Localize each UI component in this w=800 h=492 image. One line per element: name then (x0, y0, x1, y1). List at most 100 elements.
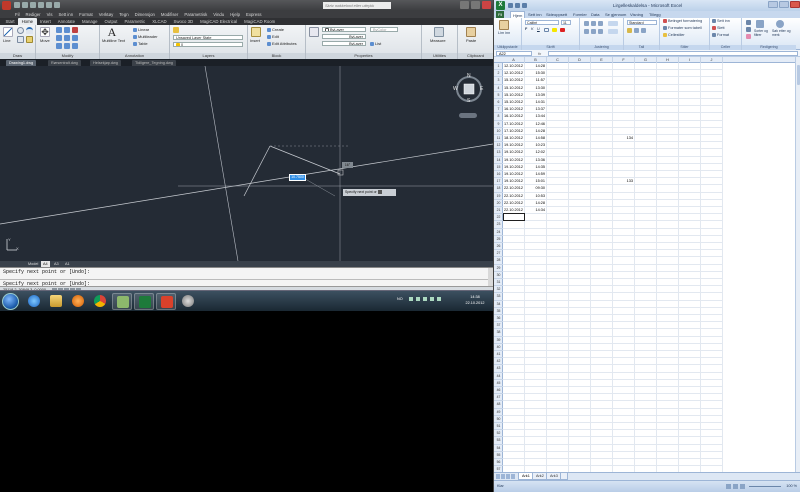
cell[interactable]: 19.10.2012 (503, 157, 523, 164)
sort-filter-icon[interactable] (756, 20, 764, 28)
tab-insert[interactable]: Insert (37, 18, 55, 25)
cell[interactable]: 15:30 (525, 70, 545, 77)
row-header[interactable]: 55 (494, 452, 503, 459)
row-header[interactable]: 19 (494, 193, 503, 200)
normal-view-icon[interactable] (726, 484, 731, 489)
page-layout-view-icon[interactable] (733, 484, 738, 489)
bold-icon[interactable]: F (525, 27, 527, 32)
tab-manage[interactable]: Manage (79, 18, 102, 25)
volume-icon[interactable] (430, 297, 434, 301)
tab-swoco-3d[interactable]: Swoco 3D (170, 18, 197, 25)
new-icon[interactable] (14, 2, 20, 8)
current-layer-combo[interactable]: 0 (173, 42, 243, 47)
align-top-icon[interactable] (584, 21, 589, 26)
row-header[interactable]: 28 (494, 257, 503, 265)
tab-view[interactable]: Visning (628, 11, 645, 18)
row-header[interactable]: 42 (494, 358, 503, 366)
row-header[interactable]: 20 (494, 200, 503, 207)
row-header[interactable]: 10 (494, 128, 503, 135)
align-center-icon[interactable] (591, 29, 596, 34)
cell[interactable]: 19.10.2012 (503, 142, 523, 149)
scale-icon[interactable] (64, 43, 70, 49)
cell[interactable]: 17.10.2012 (503, 128, 523, 135)
cell[interactable]: 134 (613, 135, 633, 142)
row-header[interactable]: 1 (494, 63, 503, 71)
plot-style-combo[interactable]: ByColor (370, 27, 398, 32)
fill-color-icon[interactable] (552, 28, 557, 32)
column-header[interactable]: C (547, 57, 569, 63)
fill-icon[interactable] (746, 27, 751, 32)
cell[interactable]: 22.10.2012 (503, 185, 523, 192)
language-indicator[interactable]: NO (397, 297, 403, 301)
cell[interactable]: 12.10.2012 (503, 70, 523, 77)
clear-icon[interactable] (746, 34, 751, 39)
line-button[interactable]: Line (3, 38, 11, 43)
open-icon[interactable] (22, 2, 28, 8)
row-header[interactable]: 7 (494, 106, 503, 114)
mirror-icon[interactable] (64, 35, 70, 41)
network-icon[interactable] (423, 297, 427, 301)
prev-sheet-icon[interactable] (501, 474, 505, 479)
taskbar-media-button[interactable] (68, 293, 88, 310)
tab-page-layout[interactable]: Sideoppsett (544, 11, 569, 18)
row-header[interactable]: 47 (494, 394, 503, 402)
maximize-icon[interactable] (471, 1, 480, 9)
paste-button[interactable]: Lim inn (498, 31, 510, 36)
row-header[interactable]: 53 (494, 437, 503, 445)
row-header[interactable]: 11 (494, 135, 503, 143)
layer-state-combo[interactable]: Unsaved Layer State (173, 35, 243, 40)
next-sheet-icon[interactable] (506, 474, 510, 479)
cell[interactable]: 14:34 (525, 207, 545, 214)
undo-icon[interactable] (38, 2, 44, 8)
compass-east-label[interactable]: E (480, 86, 483, 92)
cell[interactable]: 22.10.2012 (503, 200, 523, 207)
row-header[interactable]: 5 (494, 92, 503, 99)
row-header[interactable]: 13 (494, 149, 503, 157)
row-header[interactable]: 40 (494, 344, 503, 351)
row-header[interactable]: 15 (494, 164, 503, 171)
help-search-input[interactable]: Skriv nøkkelord eller uttrykk (323, 2, 391, 9)
cell[interactable]: 13:30 (525, 85, 545, 92)
linear-button[interactable]: Linear (133, 27, 149, 32)
cell[interactable]: 11:57 (525, 77, 545, 84)
row-header[interactable]: 22 (494, 214, 503, 222)
taskbar-autocad-button[interactable] (156, 293, 176, 310)
font-color-icon[interactable] (560, 28, 565, 32)
row-header[interactable]: 30 (494, 272, 503, 279)
minimize-icon[interactable] (460, 1, 469, 9)
row-header[interactable]: 31 (494, 279, 503, 287)
row-header[interactable]: 54 (494, 445, 503, 452)
row-header[interactable]: 48 (494, 401, 503, 409)
cell[interactable]: 14:28 (525, 128, 545, 135)
cell[interactable]: 14:28 (525, 200, 545, 207)
cell[interactable]: 19.10.2012 (503, 171, 523, 178)
insert-function-icon[interactable]: fx (538, 51, 541, 56)
tab-insert[interactable]: Sett inn (526, 11, 544, 18)
fillet-icon[interactable] (72, 35, 78, 41)
zoom-slider[interactable] (749, 486, 781, 487)
row-header[interactable]: 14 (494, 157, 503, 164)
align-right-icon[interactable] (598, 29, 603, 34)
menu-view[interactable]: Vis (44, 11, 56, 18)
paste-button[interactable]: Paste (466, 38, 476, 43)
row-header[interactable]: 51 (494, 423, 503, 431)
viewcube[interactable]: N S E W (453, 73, 484, 104)
row-header[interactable]: 36 (494, 315, 503, 323)
tray-icon[interactable] (416, 297, 420, 301)
array-icon[interactable] (72, 43, 78, 49)
first-sheet-icon[interactable] (496, 474, 500, 479)
cell[interactable]: 133 (613, 178, 633, 185)
cell[interactable]: 12:02 (525, 149, 545, 156)
last-sheet-icon[interactable] (511, 474, 515, 479)
multiline-text-button[interactable]: Multiline Text (102, 38, 125, 43)
cell[interactable]: 15.10.2012 (503, 99, 523, 106)
row-header[interactable]: 8 (494, 113, 503, 121)
match-properties-icon[interactable] (309, 27, 319, 37)
row-header[interactable]: 39 (494, 337, 503, 344)
close-icon[interactable] (790, 1, 800, 8)
insert-block-icon[interactable] (251, 27, 261, 37)
row-header[interactable]: 25 (494, 236, 503, 243)
tab-magicad-electrical[interactable]: MagiCAD Electrical (197, 18, 241, 25)
number-format-combo[interactable]: Standard (627, 20, 657, 25)
menu-draw[interactable]: Tegn (116, 11, 131, 18)
